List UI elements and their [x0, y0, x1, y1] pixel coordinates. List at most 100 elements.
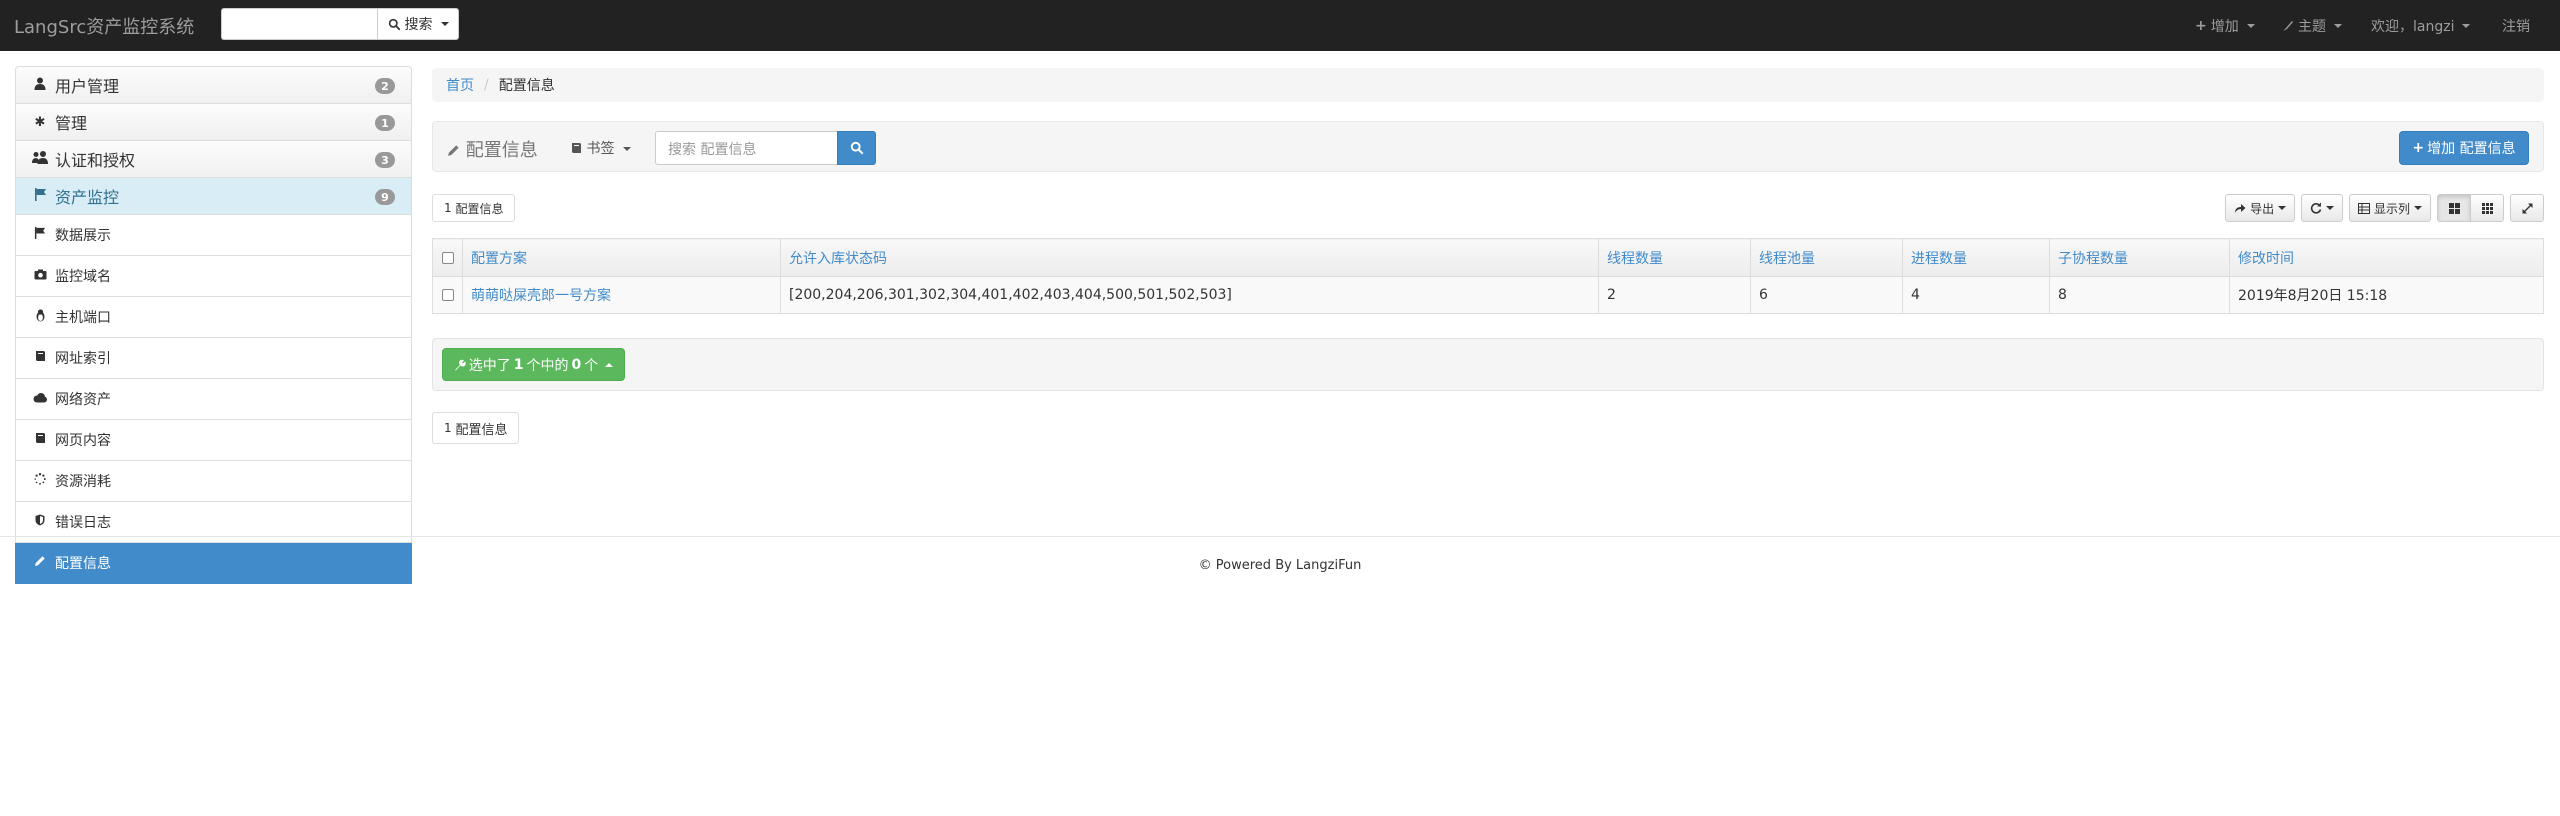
- chevron-down-icon: [2326, 206, 2335, 210]
- column-header[interactable]: 修改时间: [2229, 238, 2544, 277]
- sidebar-group-asset-monitor[interactable]: 资产监控 9: [15, 177, 412, 215]
- nav-welcome-label: 欢迎，langzi: [2371, 18, 2455, 35]
- select-all-checkbox[interactable]: [441, 251, 454, 264]
- sidebar-item-data-display[interactable]: 数据展示: [15, 215, 412, 256]
- column-header[interactable]: 允许入库状态码: [780, 238, 1599, 277]
- sidebar-item-label: 错误日志: [55, 515, 111, 531]
- sidebar-group-label: 认证和授权: [55, 151, 136, 170]
- sidebar-item-network-assets[interactable]: 网络资产: [15, 379, 412, 420]
- column-header[interactable]: 子协程数量: [2049, 238, 2230, 277]
- breadcrumb-current: 配置信息: [498, 78, 555, 94]
- sidebar-group-label: 资产监控: [55, 188, 120, 207]
- count-badge: 2: [375, 78, 395, 94]
- sidebar-group-auth[interactable]: 认证和授权 3: [15, 140, 412, 178]
- camera-icon: [32, 269, 48, 284]
- plus-icon: +: [2195, 17, 2207, 34]
- table-row: 萌萌哒屎壳郎一号方案 [200,204,206,301,302,304,401,…: [432, 276, 2544, 314]
- book-icon: [32, 350, 48, 366]
- cloud-icon: [32, 392, 48, 407]
- users-icon: [32, 150, 48, 168]
- nav-user-menu[interactable]: 欢迎，langzi: [2371, 0, 2471, 51]
- sidebar-item-monitor-domain[interactable]: 监控域名: [15, 256, 412, 297]
- show-columns-button[interactable]: 显示列: [2349, 194, 2431, 222]
- column-header[interactable]: 线程数量: [1598, 238, 1751, 277]
- search-icon: [388, 18, 400, 30]
- export-button[interactable]: 导出: [2225, 194, 2296, 222]
- grid-view-button[interactable]: [2437, 194, 2471, 222]
- bulk-action-selected: 0: [571, 356, 582, 373]
- sidebar-group-label: 管理: [55, 114, 88, 133]
- select-all-cell: [432, 238, 463, 277]
- share-icon: [2235, 203, 2246, 213]
- sidebar-item-label: 网页内容: [55, 433, 111, 449]
- nav-logout[interactable]: 注销: [2502, 0, 2530, 51]
- sidebar-item-url-index[interactable]: 网址索引: [15, 338, 412, 379]
- column-header[interactable]: 线程池量: [1750, 238, 1903, 277]
- book-icon: [32, 432, 48, 448]
- bulk-action-middle: 个中的: [526, 357, 569, 374]
- export-label: 导出: [2250, 201, 2275, 216]
- nav-search-label: 搜索: [404, 17, 433, 33]
- nav-search-input[interactable]: [221, 8, 378, 40]
- wrench-icon: [454, 359, 466, 370]
- breadcrumb-home[interactable]: 首页: [446, 75, 474, 95]
- table-cell: 2019年8月20日 15:18: [2229, 276, 2544, 314]
- sidebar: 用户管理 2 ✱ 管理 1 认证和授权 3 资产监控 9 数据展示 监控域名 主…: [15, 66, 412, 584]
- th-large-icon: [2448, 202, 2460, 214]
- sidebar-item-label: 网址索引: [55, 351, 111, 367]
- table-header-row: 配置方案 允许入库状态码 线程数量 线程池量 进程数量 子协程数量 修改时间: [432, 238, 2544, 277]
- chevron-down-icon: [622, 147, 631, 151]
- result-count-label: 配置信息: [455, 422, 508, 438]
- list-toolbar: 配置信息 书签 搜索 配置信息 + 增加 配置信息: [432, 121, 2544, 172]
- chevron-down-icon: [2462, 23, 2471, 28]
- nav-theme-label: 主题: [2298, 18, 2326, 35]
- nav-logout-label: 注销: [2502, 18, 2530, 35]
- page-title: 配置信息: [447, 136, 538, 162]
- sidebar-group-user-management[interactable]: 用户管理 2: [15, 66, 412, 104]
- table-cell: 2: [1598, 276, 1751, 314]
- nav-theme-menu[interactable]: 主题: [2282, 0, 2342, 51]
- config-name-link[interactable]: 萌萌哒屎壳郎一号方案: [471, 288, 611, 304]
- nav-search-button[interactable]: 搜索: [377, 8, 459, 40]
- column-header[interactable]: 配置方案: [462, 238, 781, 277]
- search-input[interactable]: 搜索 配置信息: [655, 131, 838, 165]
- result-count-number: 1: [444, 201, 452, 215]
- flag-icon: [32, 187, 48, 205]
- brand-title[interactable]: LangSrc资产监控系统: [14, 13, 194, 39]
- result-count-label: 配置信息: [455, 201, 504, 216]
- bulk-action-button[interactable]: 选中了 1 个中的 0 个: [442, 348, 625, 381]
- sidebar-group-label: 用户管理: [55, 77, 120, 96]
- chevron-down-icon: [2334, 23, 2342, 28]
- table-cell: 萌萌哒屎壳郎一号方案: [462, 276, 781, 314]
- table-cell: 8: [2049, 276, 2230, 314]
- sidebar-item-host-port[interactable]: 主机端口: [15, 297, 412, 338]
- book-icon: [572, 143, 581, 153]
- refresh-button[interactable]: [2301, 194, 2344, 222]
- linux-icon: [32, 308, 48, 326]
- chevron-down-icon: [440, 22, 449, 26]
- chevron-down-icon: [2414, 206, 2422, 210]
- bulk-action-total: 1: [513, 356, 524, 373]
- compact-view-button[interactable]: [2470, 194, 2504, 222]
- column-header[interactable]: 进程数量: [1902, 238, 2050, 277]
- search-button[interactable]: [837, 131, 876, 165]
- bookmark-dropdown[interactable]: 书签: [571, 138, 631, 158]
- row-checkbox[interactable]: [441, 289, 454, 301]
- shield-icon: [32, 514, 48, 530]
- sidebar-item-web-content[interactable]: 网页内容: [15, 420, 412, 461]
- user-icon: [32, 77, 48, 94]
- nav-add-menu[interactable]: + 增加: [2195, 0, 2255, 51]
- fullscreen-button[interactable]: [2510, 194, 2544, 222]
- sidebar-item-label: 主机端口: [55, 310, 111, 326]
- bulk-action-bar: 选中了 1 个中的 0 个: [432, 338, 2544, 391]
- sidebar-item-label: 数据展示: [55, 228, 111, 244]
- footer: © Powered By LangziFun: [1198, 558, 1362, 573]
- sidebar-group-admin[interactable]: ✱ 管理 1: [15, 103, 412, 141]
- sidebar-item-label: 资源消耗: [55, 474, 111, 490]
- sidebar-item-resource-usage[interactable]: 资源消耗: [15, 461, 412, 502]
- add-config-button[interactable]: + 增加 配置信息: [2399, 131, 2529, 165]
- spinner-icon: [32, 473, 48, 489]
- bulk-action-prefix: 选中了: [468, 357, 511, 374]
- table-cell: 6: [1750, 276, 1903, 314]
- result-count-number: 1: [444, 421, 452, 435]
